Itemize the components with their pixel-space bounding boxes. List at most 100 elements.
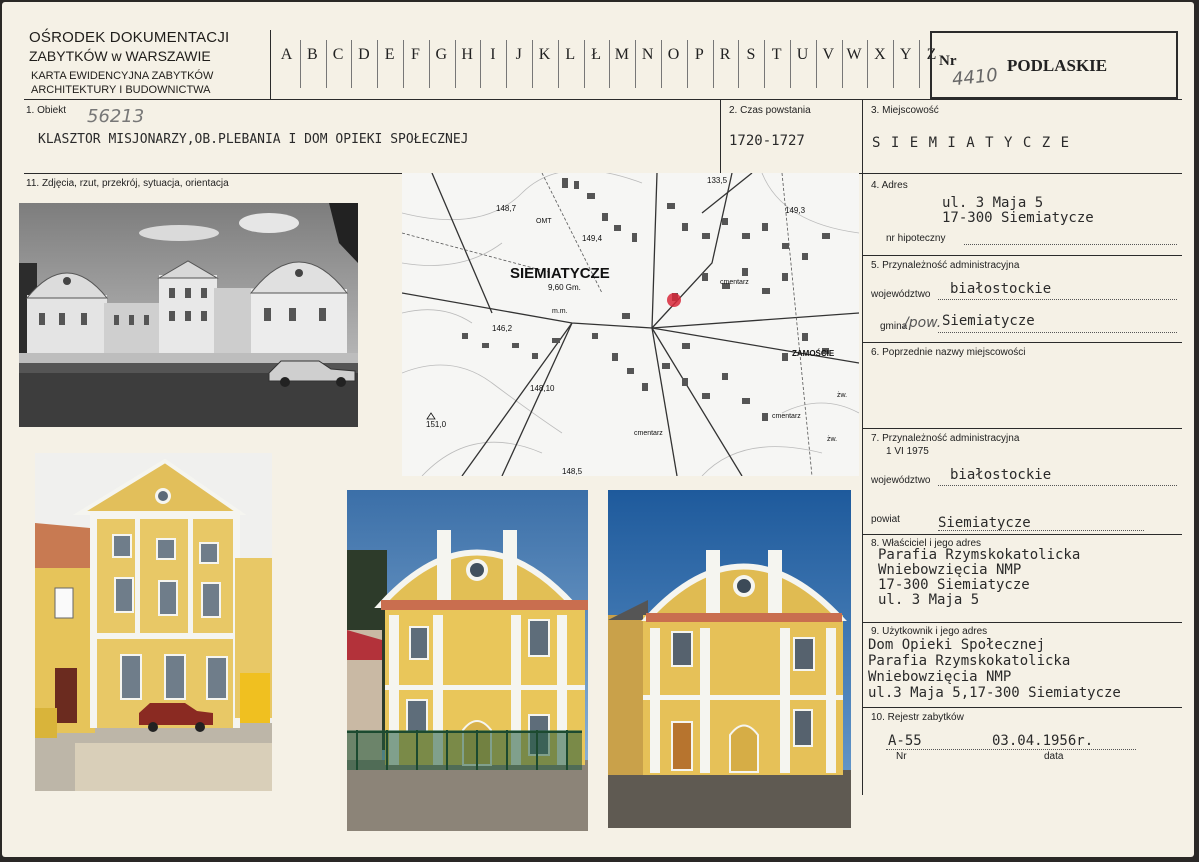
alphabet-letter: G: [435, 46, 448, 63]
uzytkownik-line: Wniebowzięcia NMP: [868, 669, 1012, 685]
map-small-label: cmentarz: [772, 413, 801, 420]
uzytkownik-block: Dom Opieki Społecznej Parafia Rzymskokat…: [868, 637, 1121, 701]
map-small-label: cmentarz: [634, 430, 663, 437]
location-map: SIEMIATYCZE 9,60 Gm. ZAMOŚCIE 148,7 133,…: [402, 173, 859, 476]
rule: [862, 707, 1182, 708]
map-town-label: SIEMIATYCZE: [510, 265, 610, 282]
photo-monastery-bw: [19, 203, 358, 427]
map-height: 133,5: [707, 176, 728, 185]
powiat-value: Siemiatycze: [938, 515, 1031, 531]
przyn7-date: 1 VI 1975: [886, 446, 929, 457]
alphabet-letter: E: [384, 46, 395, 63]
card-title-line-1: KARTA EWIDENCYJNA ZABYTKÓW: [31, 70, 214, 82]
map-height: 149,4: [582, 234, 603, 243]
zdjecia-label: 11. Zdjęcia, rzut, przekrój, sytuacja, o…: [26, 178, 229, 189]
alphabet-letter: A: [280, 46, 293, 63]
photo-yellow-pavilion-front: [608, 490, 851, 828]
alphabet-letter: P: [694, 46, 704, 63]
alphabet-letter: Y: [899, 46, 912, 63]
obiekt-handwritten-number: 56213: [87, 106, 145, 127]
rule: [862, 100, 863, 795]
alphabet-letter: D: [358, 46, 370, 63]
powiat-label: powiat: [871, 514, 900, 525]
gmina-value: Siemiatycze: [942, 313, 1035, 329]
institution-line-2: ZABYTKÓW w WARSZAWIE: [29, 48, 211, 64]
map-height: 149,3: [785, 206, 806, 215]
wlasciciel-line: ul. 3 Maja 5: [878, 592, 980, 608]
rejestr-data-label: data: [1044, 751, 1064, 762]
uzytkownik-line: ul.3 Maja 5,17-300 Siemiatycze: [868, 685, 1121, 701]
alphabet-letter: M: [614, 46, 629, 63]
rejestr-nr-label: Nr: [896, 751, 907, 762]
wlasciciel-line: Parafia Rzymskokatolicka: [878, 547, 1081, 563]
adres-label: 4. Adres: [871, 180, 908, 191]
alphabet-letter: N: [641, 46, 654, 63]
alphabet-letter: U: [796, 46, 809, 63]
uzytkownik-line: Dom Opieki Społecznej: [868, 637, 1046, 653]
header-divider: [270, 30, 271, 100]
uzytkownik-label: 9. Użytkownik i jego adres: [871, 626, 988, 637]
region-name: PODLASKIE: [1007, 56, 1108, 75]
map-small-label: żw.: [827, 436, 837, 443]
rule: [24, 99, 1182, 100]
alphabet-letter: O: [667, 46, 680, 63]
map-height: 148,10: [530, 384, 555, 393]
rejestr-data-value: 03.04.1956r.: [992, 733, 1094, 749]
dotted-line: [938, 530, 1144, 531]
woj5-value: białostockie: [950, 281, 1052, 297]
alphabet-letter: T: [771, 46, 782, 63]
wlasciciel-line: Wniebowzięcia NMP: [878, 562, 1022, 578]
alphabet-letter: J: [515, 46, 522, 63]
miejscowosc-label: 3. Miejscowość: [871, 105, 939, 116]
gmina-handwritten-pow: /pow.: [904, 315, 942, 331]
woj7-label: województwo: [871, 475, 931, 486]
map-height: 148,5: [562, 467, 583, 476]
rule: [862, 622, 1182, 623]
dotted-line: [886, 749, 1136, 750]
map-small-label: żw.: [837, 392, 847, 399]
rule: [862, 428, 1182, 429]
map-height: 146,2: [492, 324, 513, 333]
alphabet-letter: S: [746, 46, 756, 63]
uzytkownik-line: Parafia Rzymskokatolicka: [868, 653, 1071, 669]
photo-yellow-pavilion-fence: [347, 490, 588, 831]
adres-line-1: ul. 3 Maja 5: [942, 195, 1044, 211]
rejestr-nr-value: A-55: [888, 733, 922, 749]
map-gm-label: 9,60 Gm.: [548, 283, 581, 292]
rule: [720, 100, 721, 173]
dotted-line: [938, 299, 1177, 300]
rule: [862, 534, 1182, 535]
map-small-label: m.m.: [552, 308, 568, 315]
dotted-line: [938, 332, 1177, 333]
rejestr-label: 10. Rejestr zabytków: [871, 712, 964, 723]
map-zamoscie-label: ZAMOŚCIE: [792, 349, 835, 358]
dotted-line: [964, 244, 1177, 245]
map-small-label: cmentarz: [720, 279, 749, 286]
photo-yellow-building-pediment: [35, 453, 272, 791]
alphabet-letter: F: [411, 46, 420, 63]
alphabet-letter: I: [490, 46, 496, 63]
card-title-line-2: ARCHITEKTURY I BUDOWNICTWA: [31, 84, 211, 96]
rule: [862, 255, 1182, 256]
miejscowosc-value: S I E M I A T Y C Z E: [872, 135, 1071, 151]
adres-line-2: 17-300 Siemiatycze: [942, 210, 1094, 226]
map-small-label: OMT: [536, 218, 552, 225]
register-number-box: Nr 4410 PODLASKIE: [930, 31, 1178, 99]
woj5-label: województwo: [871, 289, 931, 300]
alphabet-letter: H: [461, 46, 473, 63]
alphabet-letter: Ł: [591, 46, 601, 63]
nr-label: Nr: [939, 53, 957, 69]
obiekt-value: KLASZTOR MISJONARZY,OB.PLEBANIA I DOM OP…: [38, 132, 469, 147]
hipoteczny-label: nr hipoteczny: [886, 233, 946, 244]
alphabet-letter: X: [874, 46, 886, 63]
alphabet-letter: R: [719, 46, 731, 63]
inventory-card: OŚRODEK DOKUMENTACJI ZABYTKÓW w WARSZAWI…: [2, 2, 1194, 857]
alphabet-letter: L: [565, 46, 576, 63]
przyn5-label: 5. Przynależność administracyjna: [871, 260, 1020, 271]
alphabet-letter: W: [846, 46, 862, 63]
rule: [862, 342, 1182, 343]
wlasciciel-block: Parafia Rzymskokatolicka Wniebowzięcia N…: [878, 548, 1080, 608]
nr-handwritten-value: 4410: [951, 64, 999, 91]
przyn7-label: 7. Przynależność administracyjna: [871, 433, 1020, 444]
poprzednie-label: 6. Poprzednie nazwy miejscowości: [871, 347, 1026, 358]
